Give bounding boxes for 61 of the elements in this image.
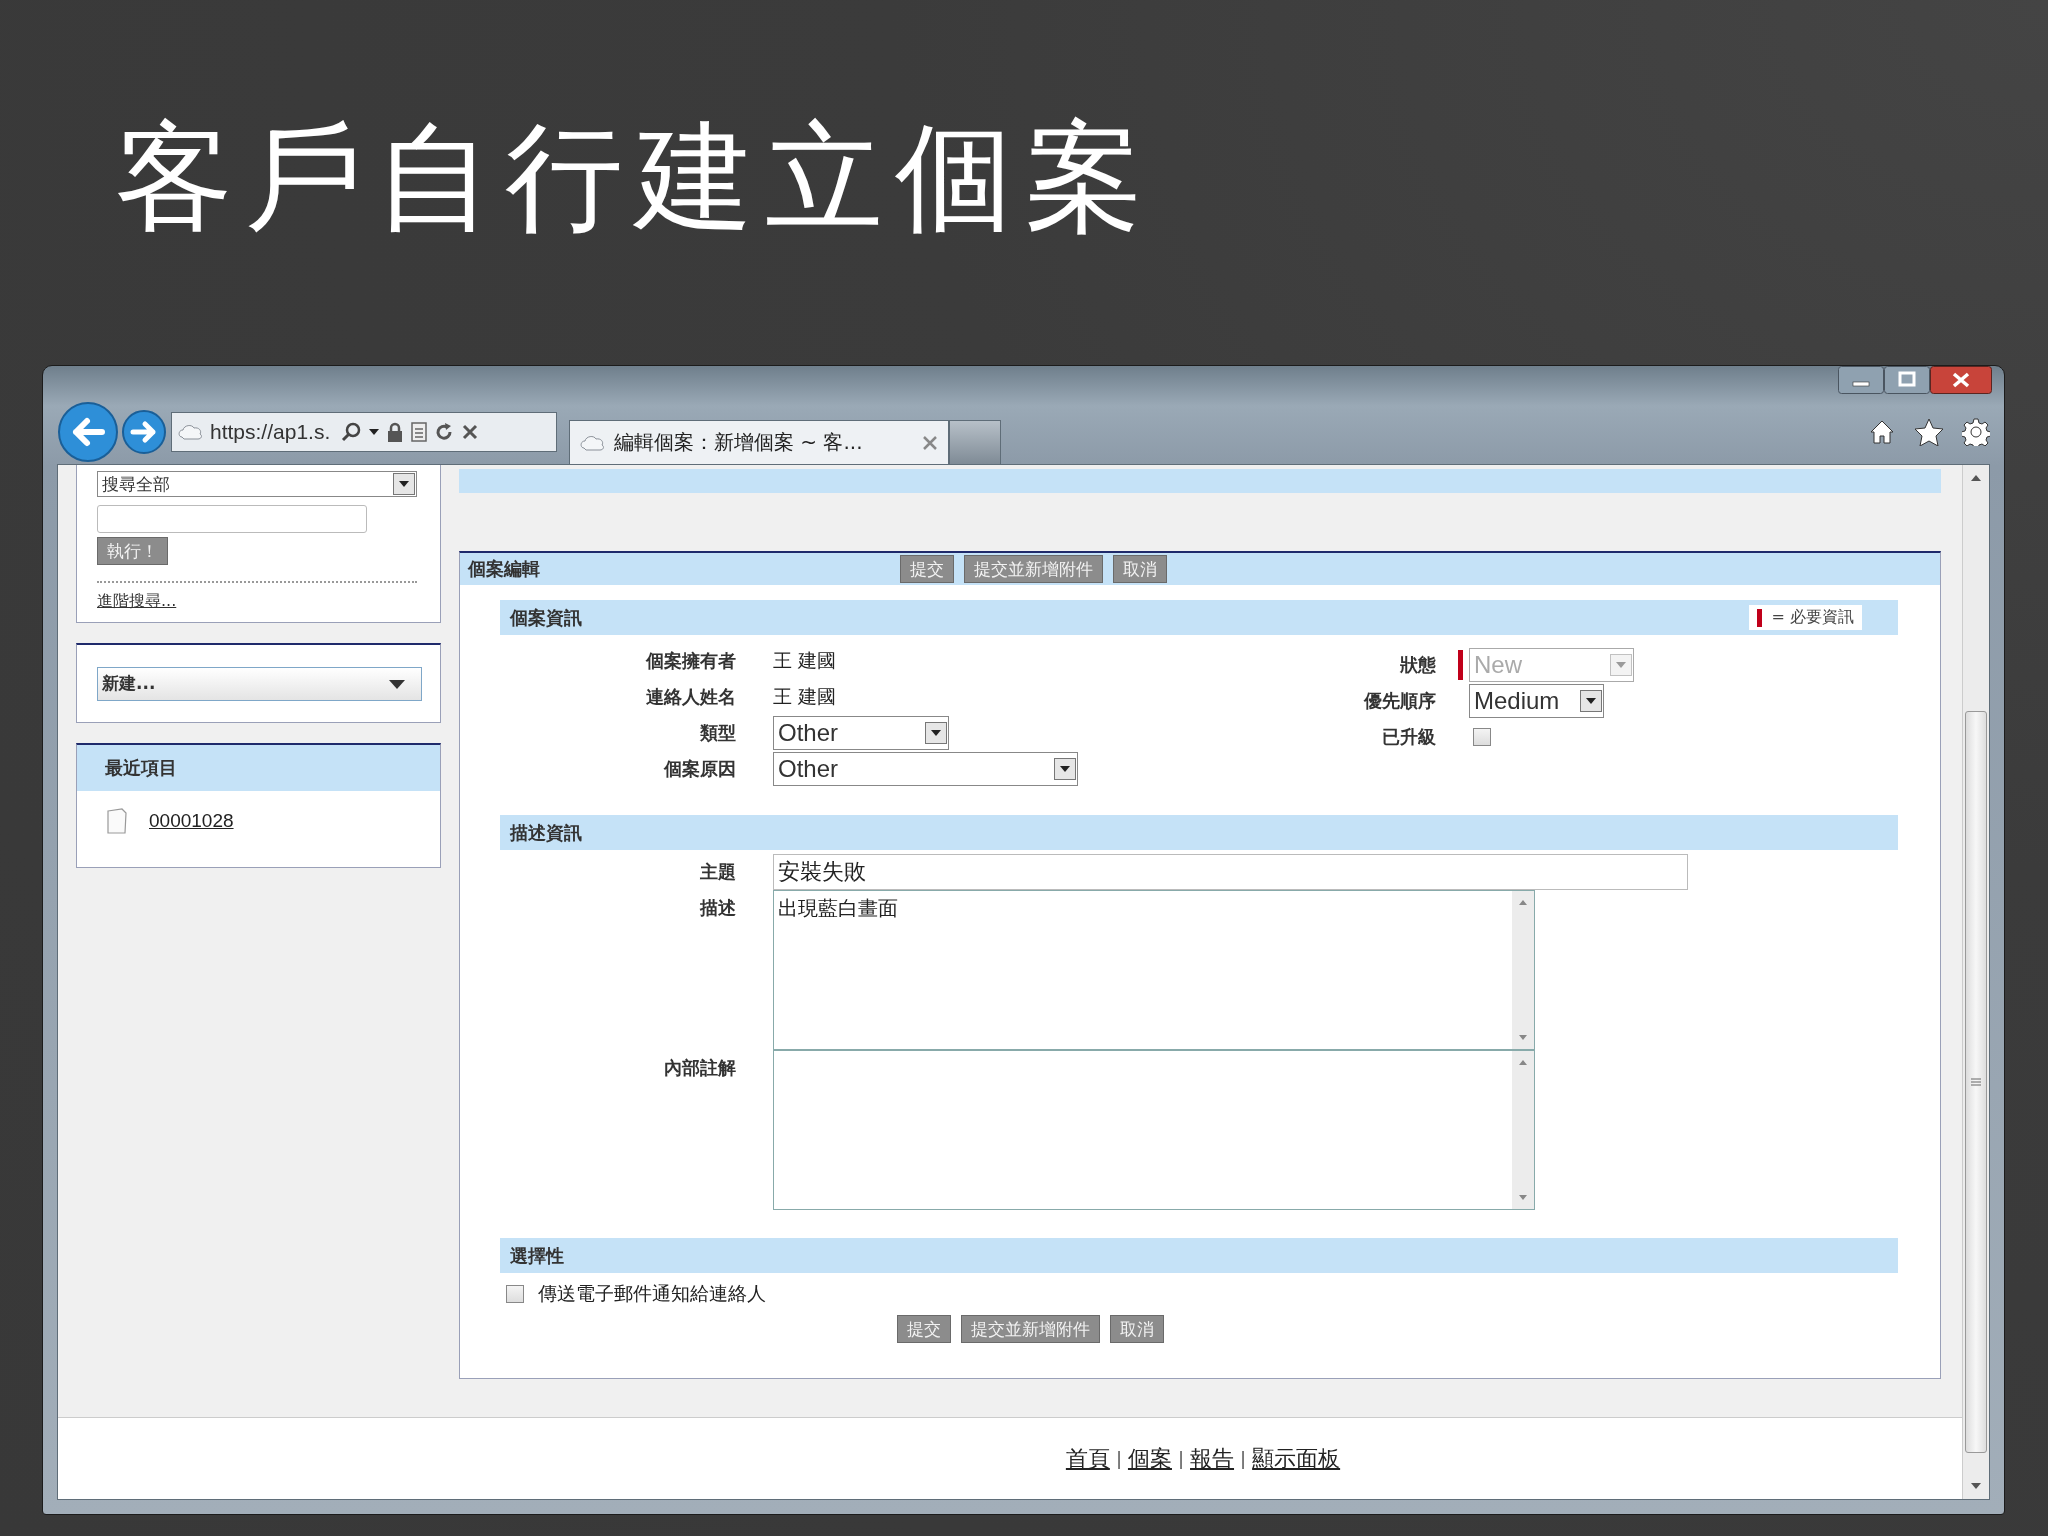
slide-title: 客戶自行建立個案: [114, 107, 1156, 248]
address-bar[interactable]: https://ap1.s.: [171, 412, 557, 452]
scrollbar-thumb[interactable]: [1965, 711, 1987, 1453]
lock-icon: [386, 421, 405, 443]
field-label: 個案原因: [662, 757, 736, 781]
section-title: 描述資訊: [510, 820, 582, 845]
field-label: 已升級: [1381, 725, 1436, 749]
document-icon: [105, 807, 129, 835]
dropdown[interactable]: Other: [773, 716, 949, 750]
text-area[interactable]: 出現藍白畫面: [773, 890, 1535, 1050]
required-marker: [1756, 608, 1762, 627]
field-label: 主題: [699, 860, 736, 884]
maximize-icon[interactable]: [1884, 366, 1930, 394]
field-label: 狀態: [1399, 653, 1436, 677]
grip-icon: [1971, 1077, 1981, 1087]
close-icon[interactable]: [1930, 366, 1992, 394]
footer-link[interactable]: 顯示面板: [1252, 1443, 1341, 1474]
address-text: https://ap1.s.: [210, 420, 331, 444]
recent-item-link[interactable]: 00001028: [149, 810, 234, 832]
search-field[interactable]: [97, 505, 367, 533]
search-icon[interactable]: [340, 421, 363, 443]
section-title: 個案資訊: [510, 605, 582, 630]
field-label: 優先順序: [1362, 689, 1436, 713]
field-label: 類型: [699, 721, 736, 745]
dropdown[interactable]: Medium: [1469, 684, 1604, 718]
field-value: 王 建國: [773, 684, 837, 709]
minimize-icon[interactable]: [1838, 366, 1884, 394]
field-label: 內部註解: [663, 1056, 736, 1080]
panel-title: 個案編輯: [466, 557, 541, 581]
recent-items-header: 最近項目: [77, 745, 440, 791]
field-label: 個案擁有者: [644, 649, 736, 673]
home-icon[interactable]: [1868, 418, 1896, 446]
dropdown: New: [1469, 648, 1634, 682]
checkbox-label: 傳送電子郵件通知給連絡人: [538, 1281, 766, 1306]
tab-title: 編輯個案：新增個案 ~ 客...: [614, 429, 864, 456]
scrollbar[interactable]: [1962, 465, 1989, 1499]
document-icon[interactable]: [410, 421, 429, 443]
separator: |: [1115, 1448, 1122, 1469]
advanced-search-link[interactable]: 進階搜尋...: [97, 591, 177, 612]
star-icon[interactable]: [1914, 418, 1944, 446]
field-label: 連絡人姓名: [645, 685, 736, 709]
separator: |: [1177, 1448, 1185, 1469]
footer-link[interactable]: 個案: [1127, 1443, 1172, 1474]
section-title: 選擇性: [510, 1243, 564, 1268]
forward-icon[interactable]: [121, 409, 167, 455]
checkbox[interactable]: [506, 1285, 524, 1303]
subject-field[interactable]: 安裝失敗: [773, 854, 1688, 890]
create-new-select[interactable]: 新建...: [97, 666, 422, 701]
settings-icon[interactable]: [1962, 418, 1990, 446]
new-tab-button[interactable]: [949, 420, 1001, 464]
search-scope-select[interactable]: 搜尋全部: [97, 471, 417, 497]
checkbox[interactable]: [1473, 728, 1491, 746]
field-label: 描述: [699, 896, 736, 920]
separator: |: [1240, 1448, 1247, 1469]
back-icon[interactable]: [57, 401, 119, 463]
legend-text: = 必要資訊: [1771, 607, 1854, 628]
footer-link[interactable]: 報告: [1190, 1443, 1235, 1474]
browser-tab[interactable]: 編輯個案：新增個案 ~ 客...: [569, 420, 949, 464]
footer-link[interactable]: 首頁: [1065, 1443, 1110, 1474]
field-value: 王 建國: [773, 648, 837, 673]
dropdown[interactable]: Other: [773, 752, 1078, 786]
